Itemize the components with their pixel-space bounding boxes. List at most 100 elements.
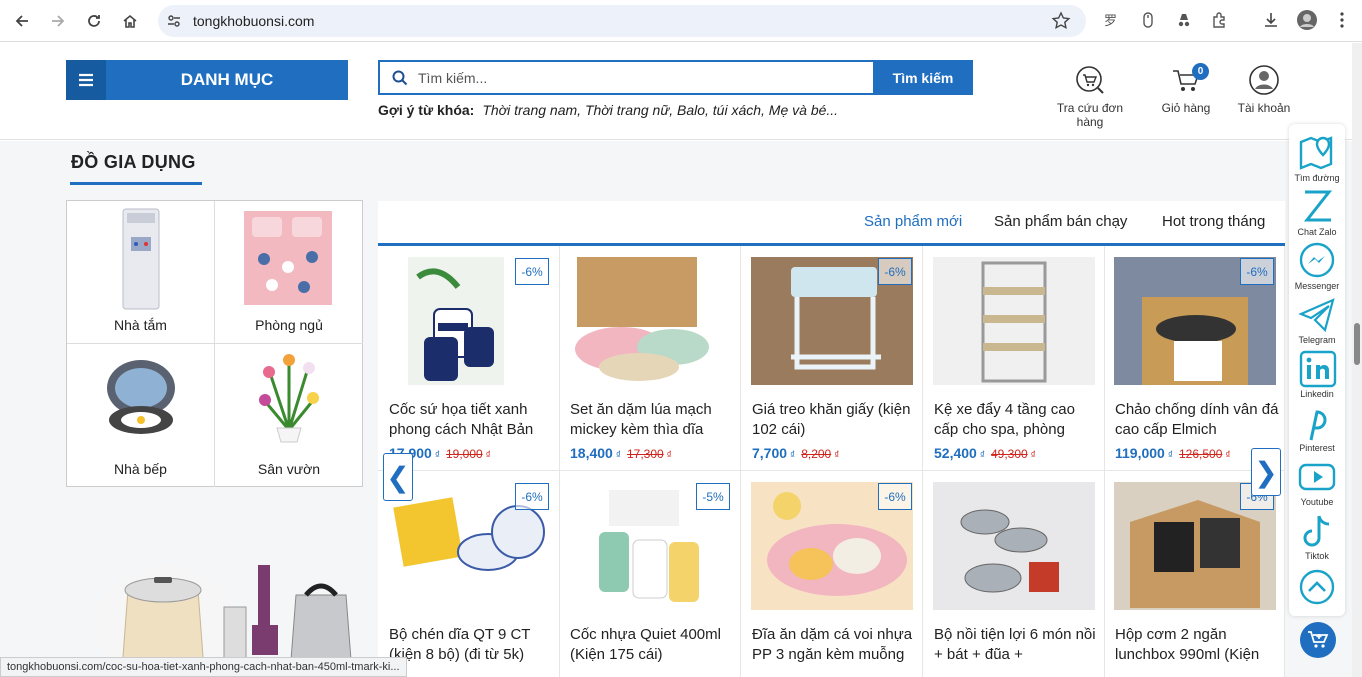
old-currency-symbol: ₫	[834, 450, 840, 461]
messenger-icon	[1299, 242, 1335, 278]
product-card[interactable]: -6% Giá treo khăn giấy (kiện 102 cái) 7,70…	[741, 246, 923, 471]
category-menu-button[interactable]: DANH MỤC	[66, 60, 348, 100]
product-name[interactable]: Bộ chén dĩa QT 9 CT (kiện 8 bộ) (đi từ 5…	[389, 625, 554, 665]
carousel-prev-button[interactable]: ❮	[383, 453, 413, 501]
product-image[interactable]	[933, 481, 1095, 611]
keyword-suggestions: Gợi ý từ khóa: Thời trang nam, Thời trang…	[378, 102, 838, 118]
category-bedroom[interactable]: Phòng ngủ	[215, 201, 363, 344]
price-row: 119,000 ₫ 126,500 ₫	[1115, 445, 1237, 463]
category-garden[interactable]: Sân vườn	[215, 344, 363, 487]
bookmark-star-icon[interactable]	[1051, 11, 1071, 31]
category-bathroom[interactable]: Nhà tắm	[67, 201, 215, 344]
site-info-icon[interactable]	[166, 13, 182, 29]
old-currency-symbol: ₫	[485, 450, 491, 461]
product-price: 7,700	[752, 445, 788, 461]
account-link[interactable]: Tài khoản	[1234, 63, 1294, 115]
product-name[interactable]: Bộ nồi tiện lợi 6 món nồi + bát + đũa +	[934, 625, 1099, 665]
search-button[interactable]: Tìm kiếm	[873, 60, 973, 95]
forward-button[interactable]	[45, 8, 71, 34]
sidebar-item-zalo[interactable]: Chat Zalo	[1289, 188, 1345, 237]
product-name[interactable]: Hộp cơm 2 ngăn lunchbox 990ml (Kiện	[1115, 625, 1280, 665]
tab-new-products[interactable]: Sản phẩm mới	[864, 213, 962, 230]
category-label: Nhà bếp	[114, 461, 167, 477]
chevron-up-icon	[1299, 569, 1335, 605]
product-name[interactable]: Cốc sứ họa tiết xanh phong cách Nhật Bản	[389, 400, 554, 440]
old-price: 8,200	[801, 447, 832, 461]
download-icon[interactable]	[1259, 8, 1283, 32]
product-card[interactable]: -6% Chảo chống dính vân đá cao cấp Elmich…	[1104, 246, 1285, 471]
sidebar-label: Telegram	[1298, 335, 1336, 345]
product-card[interactable]: -6% Bộ chén dĩa QT 9 CT (kiện 8 bộ) (đi t…	[378, 471, 560, 677]
reload-button[interactable]	[81, 8, 107, 34]
sidebar-item-youtube[interactable]: Youtube	[1289, 458, 1345, 507]
youtube-icon	[1298, 463, 1336, 491]
linkedin-icon	[1299, 350, 1337, 388]
floating-cart-button[interactable]	[1300, 622, 1336, 658]
tab-best-sellers[interactable]: Sản phẩm bán chạy	[994, 213, 1127, 230]
section-title-underline	[70, 182, 202, 185]
category-kitchen[interactable]: Nhà bếp	[67, 344, 215, 487]
extension-incognito-icon[interactable]	[1172, 8, 1196, 32]
discount-badge: -6%	[515, 258, 549, 285]
product-name[interactable]: Cốc nhựa Quiet 400ml (Kiện 175 cái)	[570, 625, 735, 665]
tab-hot-this-month[interactable]: Hot trong tháng	[1162, 213, 1265, 230]
currency-symbol: ₫	[434, 450, 440, 461]
price-row: 7,700 ₫ 8,200 ₫	[752, 445, 845, 463]
browser-menu-icon[interactable]	[1330, 8, 1354, 32]
sidebar-item-messenger[interactable]: Messenger	[1289, 242, 1345, 291]
order-lookup-link[interactable]: Tra cứu đơn hàng	[1042, 63, 1138, 129]
waffle-maker-image	[107, 360, 175, 434]
sidebar-item-tiktok[interactable]: Tiktok	[1289, 512, 1345, 561]
product-image[interactable]	[569, 256, 731, 386]
suggest-label: Gợi ý từ khóa:	[378, 102, 475, 118]
product-card[interactable]: -6% Đĩa ăn dặm cá voi nhựa PP 3 ngăn kèm …	[741, 471, 923, 677]
extension-translate-icon[interactable]: 罗	[1100, 8, 1124, 32]
product-name[interactable]: Giá treo khăn giấy (kiện 102 cái)	[752, 400, 917, 440]
promo-appliances-image[interactable]	[66, 495, 363, 677]
product-name[interactable]: Chảo chống dính vân đá cao cấp Elmich	[1115, 400, 1280, 440]
product-image[interactable]	[933, 256, 1095, 386]
old-currency-symbol: ₫	[1030, 450, 1036, 461]
suggest-keywords[interactable]: Thời trang nam, Thời trang nữ, Balo, túi…	[482, 102, 838, 118]
scroll-top-button[interactable]	[1289, 568, 1345, 607]
product-name[interactable]: Đĩa ăn dặm cá voi nhựa PP 3 ngăn kèm muỗ…	[752, 625, 917, 665]
status-bar-url: tongkhobuonsi.com/coc-su-hoa-tiet-xanh-p…	[0, 657, 407, 677]
sidebar-item-telegram[interactable]: Telegram	[1289, 296, 1345, 345]
social-sidebar: Tìm đường Chat Zalo Messenger Telegram L…	[1289, 124, 1345, 616]
profile-avatar[interactable]	[1295, 8, 1319, 32]
carousel-next-button[interactable]: ❯	[1251, 448, 1281, 496]
product-card[interactable]: -6% Cốc sứ họa tiết xanh phong cách Nhật …	[378, 246, 560, 471]
url-text: tongkhobuonsi.com	[193, 13, 315, 29]
category-label: Sân vườn	[257, 461, 321, 477]
extensions-puzzle-icon[interactable]	[1208, 8, 1232, 32]
old-currency-symbol: ₫	[666, 450, 672, 461]
product-card[interactable]: -5% Cốc nhựa Quiet 400ml (Kiện 175 cái)	[559, 471, 741, 677]
scrollbar-thumb[interactable]	[1354, 323, 1360, 365]
product-name[interactable]: Set ăn dặm lúa mạch mickey kèm thìa dĩa	[570, 400, 735, 440]
discount-badge: -6%	[878, 258, 912, 285]
account-label: Tài khoản	[1237, 101, 1291, 115]
home-icon	[123, 14, 137, 28]
cart-link[interactable]: 0 Giỏ hàng	[1158, 63, 1214, 115]
cart-count-badge: 0	[1192, 63, 1209, 80]
old-currency-symbol: ₫	[1225, 450, 1231, 461]
product-name[interactable]: Kệ xe đẩy 4 tầng cao cấp cho spa, phòng	[934, 400, 1099, 440]
extension-mouse-icon[interactable]	[1136, 8, 1160, 32]
product-card[interactable]: Kệ xe đẩy 4 tầng cao cấp cho spa, phòng 5…	[923, 246, 1105, 471]
home-button[interactable]	[117, 8, 143, 34]
forward-arrow-icon	[52, 15, 65, 27]
product-card[interactable]: Set ăn dặm lúa mạch mickey kèm thìa dĩa 1…	[559, 246, 741, 471]
sidebar-item-pinterest[interactable]: Pinterest	[1289, 404, 1345, 453]
address-bar[interactable]: tongkhobuonsi.com	[158, 5, 1086, 37]
back-button[interactable]	[9, 8, 35, 34]
product-card[interactable]: Bộ nồi tiện lợi 6 món nồi + bát + đũa +	[923, 471, 1105, 677]
sidebar-item-linkedin[interactable]: Linkedin	[1289, 350, 1345, 399]
search-input[interactable]	[418, 62, 858, 93]
water-dispenser-image	[122, 208, 160, 310]
sidebar-item-directions[interactable]: Tìm đường	[1289, 134, 1345, 183]
old-price: 17,300	[626, 447, 664, 461]
currency-symbol: ₫	[979, 450, 985, 461]
page-scrollbar[interactable]	[1352, 43, 1362, 677]
old-price: 126,500	[1178, 447, 1223, 461]
product-card[interactable]: -6% Hộp cơm 2 ngăn lunchbox 990ml (Kiện	[1104, 471, 1285, 677]
